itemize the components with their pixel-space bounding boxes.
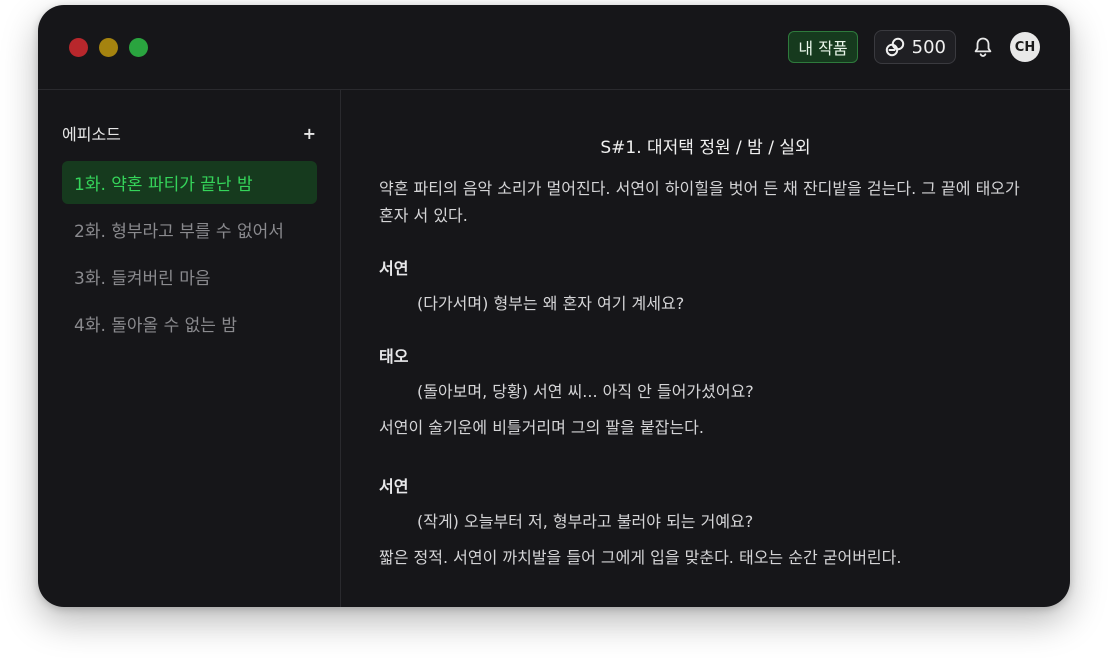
episode-item-4[interactable]: 4화. 돌아올 수 없는 밤: [62, 302, 317, 345]
title-bar: 내 작품 500 CH: [38, 5, 1070, 90]
action-line[interactable]: 서연이 술기운에 비틀거리며 그의 팔을 붙잡는다.: [379, 414, 1039, 441]
character-name[interactable]: 서연: [379, 473, 1039, 497]
episode-item-1[interactable]: 1화. 약혼 파티가 끝난 밤: [62, 161, 317, 204]
credits-button[interactable]: 500: [873, 30, 956, 64]
user-avatar[interactable]: CH: [1010, 32, 1040, 62]
bell-icon[interactable]: [972, 35, 994, 59]
episode-item-2[interactable]: 2화. 형부라고 부를 수 없어서: [62, 208, 317, 251]
credits-count: 500: [911, 36, 946, 58]
my-works-button[interactable]: 내 작품: [788, 31, 858, 63]
minimize-window-button[interactable]: [99, 38, 118, 57]
header-actions: 내 작품 500 CH: [788, 29, 1040, 65]
dialogue-line[interactable]: (다가서며) 형부는 왜 혼자 여기 계세요?: [379, 290, 1039, 314]
sidebar-title: 에피소드: [62, 125, 121, 144]
close-window-button[interactable]: [69, 38, 88, 57]
link-coin-icon: [884, 36, 906, 58]
episode-sidebar: 에피소드 + 1화. 약혼 파티가 끝난 밤 2화. 형부라고 부를 수 없어서…: [38, 90, 341, 607]
action-line[interactable]: 짧은 정적. 서연이 까치발을 들어 그에게 입을 맞춘다. 태오는 순간 굳어…: [379, 544, 1039, 571]
action-line[interactable]: 약혼 파티의 음악 소리가 멀어진다. 서연이 하이힐을 벗어 든 채 잔디밭을…: [379, 175, 1039, 229]
character-name[interactable]: 서연: [379, 255, 1039, 279]
app-window: 내 작품 500 CH 에피소드 + 1화. 약혼 파티가 끝난 밤 2화. 형…: [38, 5, 1070, 607]
dialogue-line[interactable]: (돌아보며, 당황) 서연 씨... 아직 안 들어가셨어요?: [379, 378, 1039, 402]
episode-list: 1화. 약혼 파티가 끝난 밤 2화. 형부라고 부를 수 없어서 3화. 들켜…: [62, 161, 317, 349]
scene-heading[interactable]: S#1. 대저택 정원 / 밤 / 실외: [341, 133, 1070, 158]
script-editor[interactable]: S#1. 대저택 정원 / 밤 / 실외 약혼 파티의 음악 소리가 멀어진다.…: [341, 90, 1070, 607]
window-controls: [69, 38, 148, 57]
character-name[interactable]: 태오: [379, 343, 1039, 367]
maximize-window-button[interactable]: [129, 38, 148, 57]
dialogue-line[interactable]: (작게) 오늘부터 저, 형부라고 불러야 되는 거예요?: [379, 508, 1039, 532]
episode-item-3[interactable]: 3화. 들켜버린 마음: [62, 255, 317, 298]
script-body[interactable]: 약혼 파티의 음악 소리가 멀어진다. 서연이 하이힐을 벗어 든 채 잔디밭을…: [379, 175, 1039, 571]
sidebar-header: 에피소드 +: [62, 123, 316, 145]
add-episode-button[interactable]: +: [303, 124, 316, 143]
